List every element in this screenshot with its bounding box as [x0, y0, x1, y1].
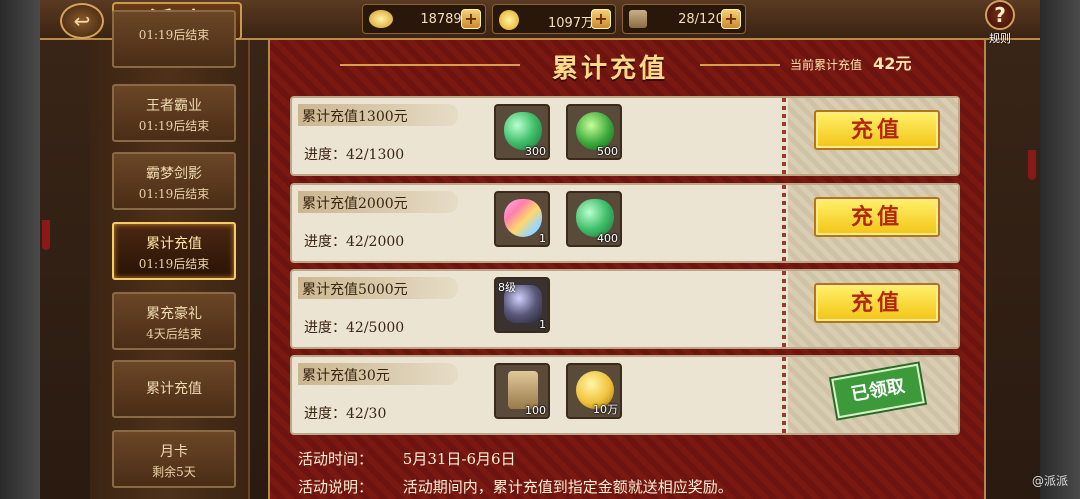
current-recharge-label: 当前累计充值	[790, 58, 863, 72]
game-screen: ↩ 活动 18789 + 1097万 + 28/120 + ? 规则 01:19…	[40, 0, 1040, 499]
sidebar-item-0[interactable]: 01:19后结束	[112, 10, 236, 68]
row-title: 累计充值30元	[302, 368, 390, 384]
right-tassel-decoration	[1028, 150, 1036, 180]
sidebar-item-monthly-card[interactable]: 月卡 剩余5天	[112, 430, 236, 488]
row-title: 累计充值5000元	[302, 282, 408, 298]
add-gold-ingot-button[interactable]: +	[461, 9, 481, 29]
activity-time-value: 5月31日-6月6日	[402, 450, 516, 468]
row-progress: 进度：42/1300	[304, 147, 405, 163]
reward-item[interactable]: 10万	[566, 363, 622, 419]
row-divider	[782, 271, 786, 347]
sidebar-item-cumulative-recharge[interactable]: 累计充值	[112, 360, 236, 418]
right-edge-decoration	[1040, 0, 1080, 499]
row-progress: 进度：42/30	[304, 406, 387, 422]
row-title-banner: 累计充值2000元	[298, 191, 458, 213]
sidebar-item-cumulative-recharge-active[interactable]: 累计充值 01:19后结束	[112, 222, 236, 280]
back-button[interactable]: ↩	[60, 3, 104, 39]
rules-label: 规则	[989, 32, 1011, 45]
item-level: 8级	[498, 281, 516, 294]
row-action-area: 已领取	[788, 357, 958, 433]
row-progress: 进度：42/2000	[304, 234, 405, 250]
sidebar-item-label: 王者霸业	[146, 98, 202, 114]
add-bronze-vessel-button[interactable]: +	[721, 9, 741, 29]
sidebar-item-countdown: 剩余5天	[152, 465, 196, 479]
reward-item[interactable]: 300	[494, 104, 550, 160]
row-progress: 进度：42/5000	[304, 320, 405, 336]
sidebar-item-bameng-jianying[interactable]: 霸梦剑影 01:19后结束	[112, 152, 236, 210]
reward-row-2000: 累计充值2000元 进度：42/2000 1 400 充值	[290, 183, 960, 263]
question-icon: ?	[985, 0, 1015, 30]
activity-desc-label: 活动说明：	[298, 478, 374, 496]
watermark: @派派	[1032, 474, 1069, 488]
sidebar-item-label: 累计充值	[146, 236, 202, 252]
claimed-stamp: 已领取	[831, 363, 925, 419]
reward-item[interactable]: 8级 1	[494, 277, 550, 333]
left-tassel-decoration	[42, 220, 50, 250]
item-quantity: 10万	[593, 403, 618, 416]
reward-row-1300: 累计充值1300元 进度：42/1300 300 500 充值	[290, 96, 960, 176]
activity-time-label: 活动时间：	[298, 450, 374, 468]
activity-time-line: 活动时间： 5月31日-6月6日	[298, 448, 516, 469]
back-arrow-icon: ↩	[73, 9, 91, 33]
sidebar-item-label: 累充豪礼	[146, 306, 202, 322]
sidebar-item-countdown: 4天后结束	[146, 327, 202, 341]
reward-item[interactable]: 500	[566, 104, 622, 160]
item-quantity: 1	[539, 318, 546, 331]
panel-title: 累计充值	[551, 54, 668, 84]
reward-item[interactable]: 1	[494, 191, 550, 247]
row-action-area: 充值	[788, 98, 958, 174]
activity-desc-value: 活动期间内，累计充值到指定金额就送相应奖励。	[402, 478, 733, 496]
item-quantity: 300	[525, 145, 546, 158]
recharge-button[interactable]: 充值	[814, 197, 940, 237]
row-action-area: 充值	[788, 185, 958, 261]
gold-ingot-icon	[369, 10, 393, 28]
item-quantity: 400	[597, 232, 618, 245]
coin-resource: 1097万 +	[492, 4, 616, 34]
bronze-vessel-resource: 28/120 +	[622, 4, 746, 34]
header-right-ornament	[700, 64, 780, 66]
row-title-banner: 累计充值5000元	[298, 277, 458, 299]
row-title: 累计充值2000元	[302, 196, 408, 212]
item-quantity: 100	[525, 404, 546, 417]
row-title: 累计充值1300元	[302, 109, 408, 125]
row-title-banner: 累计充值1300元	[298, 104, 458, 126]
gold-ingot-resource: 18789 +	[362, 4, 486, 34]
sidebar-item-wangzhe-baye[interactable]: 王者霸业 01:19后结束	[112, 84, 236, 142]
sidebar-item-countdown: 01:19后结束	[138, 257, 210, 271]
coin-icon	[499, 10, 519, 30]
sidebar-item-recharge-gift[interactable]: 累充豪礼 4天后结束	[112, 292, 236, 350]
rainbow-gem-icon	[504, 199, 542, 237]
sidebar-item-label: 累计充值	[146, 381, 202, 397]
current-recharge-amount: 42元	[873, 54, 912, 73]
reward-item[interactable]: 400	[566, 191, 622, 247]
activity-desc-line: 活动说明： 活动期间内，累计充值到指定金额就送相应奖励。	[298, 476, 733, 497]
sidebar-item-countdown: 01:19后结束	[138, 187, 210, 201]
left-edge-decoration	[0, 0, 40, 499]
rules-button[interactable]: ? 规则	[980, 0, 1020, 45]
sidebar-item-countdown: 01:19后结束	[138, 28, 210, 42]
row-action-area: 充值	[788, 271, 958, 347]
reward-item[interactable]: 100	[494, 363, 550, 419]
recharge-button[interactable]: 充值	[814, 283, 940, 323]
row-title-banner: 累计充值30元	[298, 363, 458, 385]
sidebar-item-label: 霸梦剑影	[146, 166, 202, 182]
bronze-vessel-icon	[629, 10, 647, 28]
item-quantity: 1	[539, 232, 546, 245]
row-divider	[782, 185, 786, 261]
sidebar-item-label: 月卡	[160, 444, 188, 460]
item-quantity: 500	[597, 145, 618, 158]
add-coin-button[interactable]: +	[591, 9, 611, 29]
reward-row-5000: 累计充值5000元 进度：42/5000 8级 1 充值	[290, 269, 960, 349]
activity-sidebar: 01:19后结束 王者霸业 01:19后结束 霸梦剑影 01:19后结束 累计充…	[90, 10, 250, 499]
reward-row-30: 累计充值30元 进度：42/30 100 10万 已领取	[290, 355, 960, 435]
sidebar-item-countdown: 01:19后结束	[138, 119, 210, 133]
row-divider	[782, 98, 786, 174]
recharge-button[interactable]: 充值	[814, 110, 940, 150]
current-recharge-total: 当前累计充值 42元	[790, 50, 911, 74]
header-left-ornament	[340, 64, 520, 66]
row-divider	[782, 357, 786, 433]
